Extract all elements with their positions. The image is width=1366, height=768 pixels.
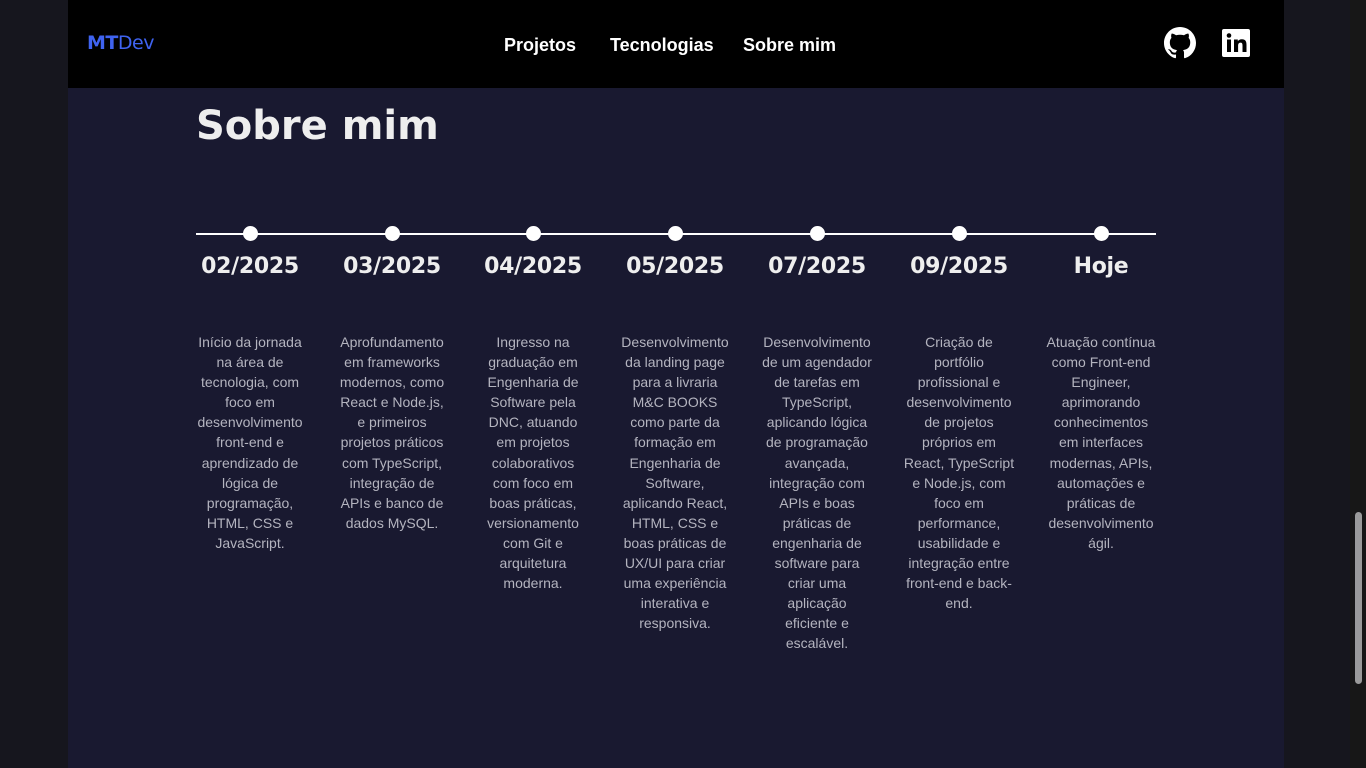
logo-dev: Dev bbox=[117, 32, 155, 54]
timeline-description: Aprofundamento em frameworks modernos, c… bbox=[339, 334, 445, 531]
nav-link-projetos[interactable]: Projetos bbox=[504, 33, 576, 57]
timeline-date: 09/2025 bbox=[910, 254, 1008, 279]
logo[interactable]: MTDev bbox=[87, 31, 154, 55]
timeline-date: 03/2025 bbox=[343, 254, 441, 279]
timeline-description: Atuação contínua como Front-end Engineer… bbox=[1046, 334, 1156, 551]
timeline-date: 05/2025 bbox=[626, 254, 724, 279]
section-title: Sobre mim bbox=[196, 103, 439, 149]
nav-link-tecnologias[interactable]: Tecnologias bbox=[610, 33, 714, 57]
timeline-item: 07/2025 Desenvolvimento de um agendador … bbox=[761, 226, 873, 654]
timeline-dot bbox=[667, 226, 683, 241]
timeline-date: Hoje bbox=[1073, 254, 1129, 279]
timeline-item: 03/2025 Aprofundamento em frameworks mod… bbox=[336, 226, 448, 533]
timeline-description: Desenvolvimento de um agendador de taref… bbox=[762, 334, 872, 652]
page-container: MTDev Projetos Tecnologias Sobre mim Sob… bbox=[68, 0, 1284, 768]
timeline-dot bbox=[242, 226, 258, 241]
timeline-item: Hoje Atuação contínua como Front-end Eng… bbox=[1045, 226, 1157, 553]
timeline-description: Início da jornada na área de tecnologia,… bbox=[197, 334, 303, 551]
github-link[interactable] bbox=[1164, 27, 1196, 59]
timeline-dot bbox=[809, 226, 825, 241]
timeline-date: 02/2025 bbox=[201, 254, 299, 279]
vertical-scrollbar[interactable] bbox=[1350, 0, 1366, 768]
scrollbar-thumb[interactable] bbox=[1355, 512, 1362, 684]
timeline-description: Criação de portfólio profissional e dese… bbox=[903, 334, 1015, 612]
nav-link-sobre-mim[interactable]: Sobre mim bbox=[743, 33, 836, 57]
timeline-description: Desenvolvimento da landing page para a l… bbox=[621, 334, 729, 632]
timeline-item: 02/2025 Início da jornada na área de tec… bbox=[194, 226, 306, 553]
github-icon bbox=[1164, 27, 1196, 59]
linkedin-icon bbox=[1222, 29, 1250, 57]
timeline-description: Ingresso na graduação em Engenharia de S… bbox=[487, 334, 579, 592]
top-navbar: MTDev Projetos Tecnologias Sobre mim bbox=[68, 0, 1284, 88]
timeline-item: 05/2025 Desenvolvimento da landing page … bbox=[619, 226, 731, 633]
logo-mt: MT bbox=[87, 32, 118, 54]
timeline-item: 09/2025 Criação de portfólio profissiona… bbox=[903, 226, 1015, 613]
timeline-dot bbox=[525, 226, 541, 241]
timeline-date: 07/2025 bbox=[768, 254, 866, 279]
timeline-date: 04/2025 bbox=[484, 254, 582, 279]
timeline-dot bbox=[384, 226, 400, 241]
linkedin-link[interactable] bbox=[1220, 27, 1252, 59]
timeline-dot bbox=[951, 226, 967, 241]
timeline-item: 04/2025 Ingresso na graduação em Engenha… bbox=[477, 226, 589, 593]
timeline-dot bbox=[1093, 226, 1109, 241]
